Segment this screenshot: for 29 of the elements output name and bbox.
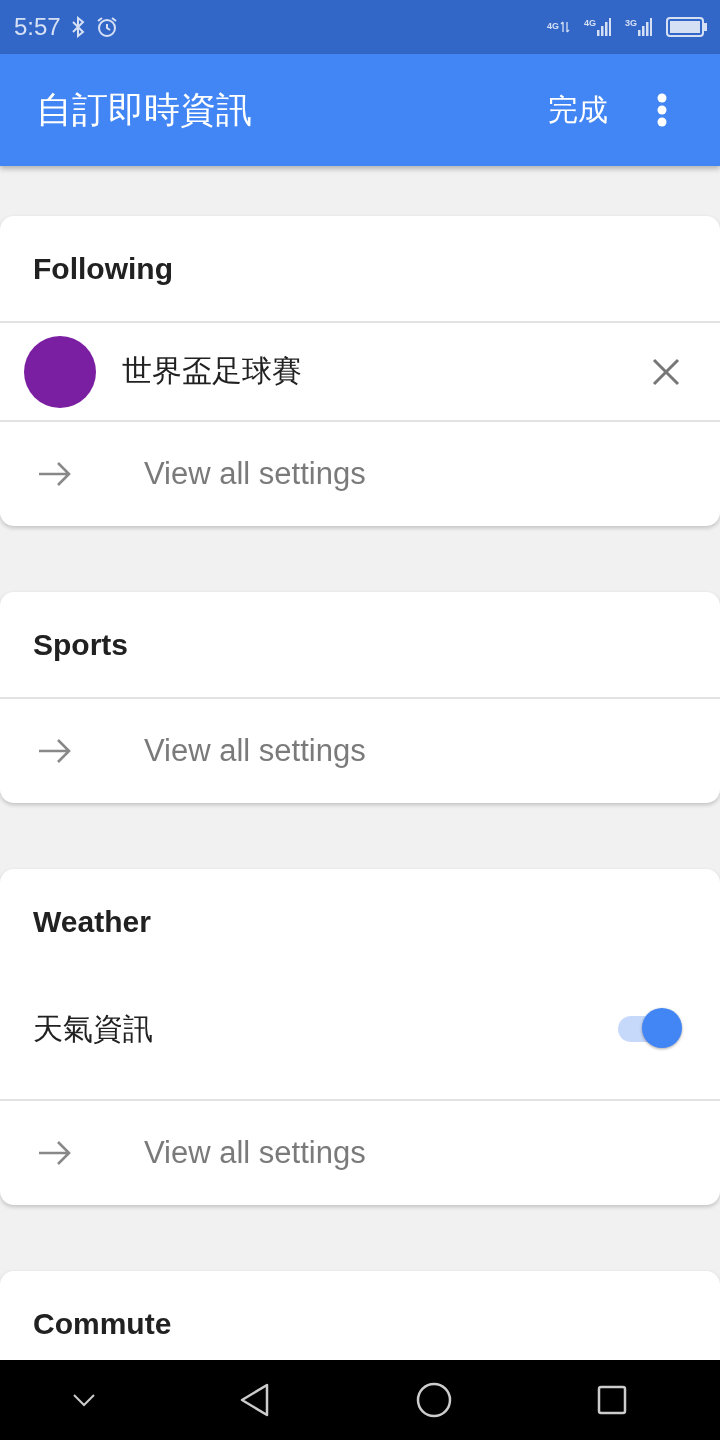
- more-options-icon[interactable]: [656, 93, 668, 127]
- arrow-right-icon: [38, 461, 72, 487]
- topic-name: 世界盃足球賽: [122, 353, 303, 389]
- signal-icon: [597, 18, 611, 36]
- clock-time: 5:57: [14, 13, 61, 41]
- network-label: 4G: [546, 21, 559, 31]
- signal-icon: [638, 18, 652, 36]
- setting-label: 天氣資訊: [33, 1010, 154, 1047]
- arrow-right-icon: [38, 738, 72, 764]
- card-title: Sports: [33, 627, 128, 662]
- close-icon[interactable]: [652, 357, 680, 386]
- recents-icon[interactable]: [597, 1385, 628, 1415]
- card-title: Commute: [33, 1306, 172, 1341]
- data-arrows-icon: [559, 21, 570, 33]
- home-icon[interactable]: [415, 1382, 452, 1418]
- network-label: 4G: [583, 18, 596, 28]
- done-button[interactable]: 完成: [544, 85, 612, 135]
- card-title: Following: [33, 251, 173, 286]
- battery-icon: [666, 16, 708, 38]
- card-title: Weather: [33, 905, 151, 939]
- toggle-switch[interactable]: [616, 1008, 682, 1050]
- view-all-link[interactable]: View all settings: [0, 699, 720, 803]
- arrow-right-icon: [38, 1140, 72, 1166]
- view-all-link[interactable]: View all settings: [0, 422, 720, 526]
- back-icon[interactable]: [240, 1383, 271, 1417]
- network-label: 3G: [625, 18, 637, 28]
- chevron-down-icon[interactable]: [72, 1393, 95, 1407]
- view-all-link[interactable]: View all settings: [0, 1101, 720, 1205]
- page-title: 自訂即時資訊: [36, 87, 253, 132]
